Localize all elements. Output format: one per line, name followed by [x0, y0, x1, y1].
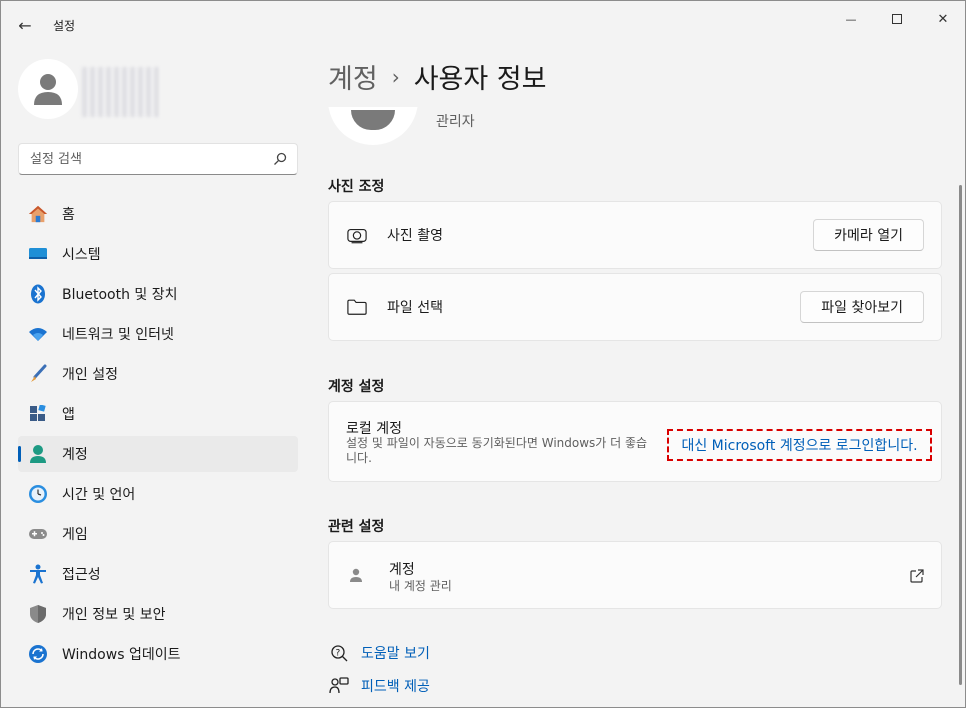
sidebar-item-gaming[interactable]: 게임 — [18, 516, 298, 552]
open-camera-button[interactable]: 카메라 열기 — [813, 219, 924, 251]
sidebar-item-network[interactable]: 네트워크 및 인터넷 — [18, 316, 298, 352]
sidebar-item-bluetooth[interactable]: Bluetooth 및 장치 — [18, 276, 298, 312]
profile-avatar — [18, 59, 78, 119]
sidebar-item-windows-update[interactable]: Windows 업데이트 — [18, 636, 298, 672]
sidebar-item-label: 개인 정보 및 보안 — [62, 607, 166, 623]
sidebar-item-privacy[interactable]: 개인 정보 및 보안 — [18, 596, 298, 632]
take-photo-label: 사진 촬영 — [387, 228, 443, 244]
profile-name-redacted — [81, 67, 159, 117]
sidebar-item-label: 개인 설정 — [62, 367, 118, 383]
local-account-description: 설정 및 파일이 자동으로 동기화된다면 Windows가 더 좋습니다. — [346, 436, 648, 465]
sidebar-item-label: 홈 — [62, 207, 75, 223]
apps-icon — [28, 404, 48, 424]
choose-file-label: 파일 선택 — [387, 300, 443, 316]
wifi-icon — [28, 324, 48, 344]
related-accounts-subtitle: 내 계정 관리 — [389, 579, 452, 593]
svg-text:?: ? — [336, 649, 341, 659]
ms-signin-highlight: 대신 Microsoft 계정으로 로그인합니다. — [667, 429, 932, 461]
sidebar-item-system[interactable]: 시스템 — [18, 236, 298, 272]
clock-globe-icon — [28, 484, 48, 504]
page-title: 사용자 정보 — [413, 64, 547, 95]
give-feedback-label: 피드백 제공 — [361, 679, 430, 695]
shield-icon — [28, 604, 48, 624]
sidebar-item-label: 게임 — [62, 527, 88, 543]
camera-icon — [347, 225, 367, 245]
main-content: 계정 › 사용자 정보 관리자 사진 조정 사진 촬영 카메라 열기 파일 선택… — [328, 1, 942, 707]
sidebar-item-accessibility[interactable]: 접근성 — [18, 556, 298, 592]
account-icon — [28, 444, 48, 464]
sidebar-item-label: 시간 및 언어 — [62, 487, 136, 503]
settings-search[interactable] — [18, 143, 298, 175]
bluetooth-icon — [28, 284, 48, 304]
sidebar-item-accounts[interactable]: 계정 — [18, 436, 298, 472]
help-icon: ? — [328, 643, 350, 663]
breadcrumb: 계정 › 사용자 정보 — [328, 57, 546, 96]
external-link-icon — [910, 569, 924, 583]
ms-account-signin-link[interactable]: 대신 Microsoft 계정으로 로그인합니다. — [681, 435, 917, 455]
sidebar-item-label: 네트워크 및 인터넷 — [62, 327, 174, 343]
sidebar-item-label: 시스템 — [62, 247, 101, 263]
search-input[interactable] — [19, 144, 259, 174]
person-icon — [34, 74, 62, 105]
home-icon — [28, 204, 48, 224]
accessibility-icon — [28, 564, 48, 584]
search-icon[interactable] — [273, 152, 287, 166]
back-button[interactable]: ← — [11, 11, 39, 39]
give-feedback-link[interactable]: 피드백 제공 — [328, 676, 430, 696]
sidebar-nav: 홈 시스템 Bluetooth 및 장치 네트워크 및 인터넷 개인 설정 앱 — [18, 196, 298, 676]
get-help-link[interactable]: ? 도움말 보기 — [328, 643, 430, 663]
browse-files-button[interactable]: 파일 찾아보기 — [800, 291, 924, 323]
local-account-card: 로컬 계정 설정 및 파일이 자동으로 동기화된다면 Windows가 더 좋습… — [328, 401, 942, 482]
section-title-photo: 사진 조정 — [328, 179, 385, 195]
sidebar-item-home[interactable]: 홈 — [18, 196, 298, 232]
local-account-title: 로컬 계정 — [346, 421, 402, 437]
sidebar-item-personalization[interactable]: 개인 설정 — [18, 356, 298, 392]
brush-icon — [28, 364, 48, 384]
take-photo-card: 사진 촬영 카메라 열기 — [328, 201, 942, 269]
section-title-account: 계정 설정 — [328, 379, 385, 395]
gamepad-icon — [28, 524, 48, 544]
sidebar-item-label: Bluetooth 및 장치 — [62, 287, 178, 303]
vertical-scrollbar[interactable] — [959, 185, 962, 685]
account-role: 관리자 — [436, 114, 475, 130]
app-title: 설정 — [53, 19, 76, 33]
related-accounts-card[interactable]: 계정 내 계정 관리 — [328, 541, 942, 609]
sidebar-item-label: 접근성 — [62, 567, 101, 583]
related-accounts-title: 계정 — [389, 562, 415, 578]
person-icon — [350, 568, 362, 582]
folder-icon — [347, 297, 367, 317]
sidebar-item-time-language[interactable]: 시간 및 언어 — [18, 476, 298, 512]
sidebar-item-label: 앱 — [62, 407, 75, 423]
breadcrumb-parent[interactable]: 계정 — [328, 57, 378, 96]
section-title-related: 관련 설정 — [328, 519, 385, 535]
sidebar-item-label: 계정 — [62, 447, 88, 463]
update-icon — [28, 644, 48, 664]
user-avatar — [328, 107, 418, 145]
feedback-icon — [328, 676, 350, 696]
sidebar-item-label: Windows 업데이트 — [62, 647, 181, 663]
back-arrow-icon: ← — [18, 15, 32, 35]
system-icon — [28, 244, 48, 264]
sidebar-item-apps[interactable]: 앱 — [18, 396, 298, 432]
chevron-right-icon: › — [391, 64, 400, 89]
get-help-label: 도움말 보기 — [361, 646, 430, 662]
choose-file-card: 파일 선택 파일 찾아보기 — [328, 273, 942, 341]
